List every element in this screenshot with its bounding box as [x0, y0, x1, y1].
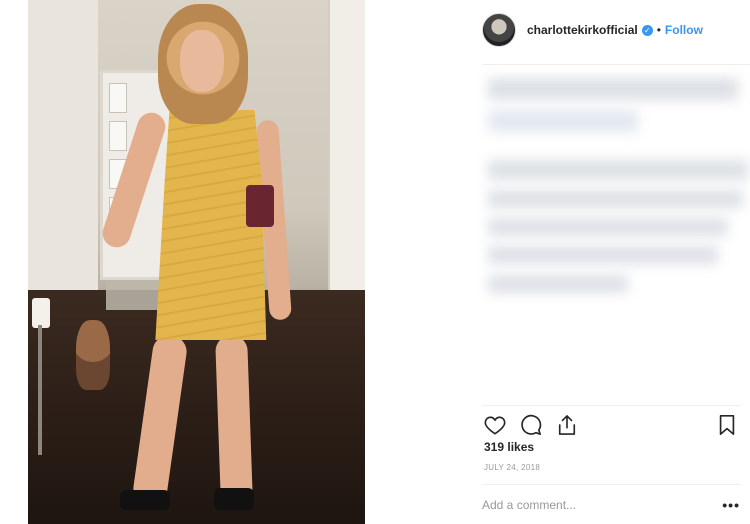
- photo-door-pane: [109, 83, 127, 113]
- post-actions: [482, 405, 740, 437]
- bookmark-icon[interactable]: [714, 412, 740, 438]
- blurred-comment: [488, 110, 638, 132]
- share-icon[interactable]: [554, 412, 580, 438]
- username-link[interactable]: charlottekirkofficial: [527, 23, 638, 37]
- post-photo[interactable]: [28, 0, 365, 524]
- photo-person-shoe: [214, 488, 254, 510]
- photo-dog: [76, 320, 110, 390]
- heart-icon[interactable]: [482, 412, 508, 438]
- more-options-icon[interactable]: •••: [722, 497, 740, 513]
- photo-person-leg: [215, 334, 253, 506]
- blurred-comment: [488, 218, 728, 236]
- header-separator: •: [656, 23, 661, 37]
- photo-door-pane: [109, 121, 127, 151]
- follow-button[interactable]: Follow: [665, 23, 703, 37]
- photo-stand: [38, 325, 42, 455]
- photo-handbag: [246, 185, 274, 227]
- photo-person-face: [180, 30, 224, 92]
- comment-input[interactable]: [482, 497, 723, 512]
- photo-person-shoe: [120, 490, 170, 510]
- header-divider: [482, 64, 750, 65]
- comment-bar: •••: [482, 484, 740, 524]
- post-media[interactable]: [0, 0, 365, 524]
- blurred-comment: [488, 160, 748, 180]
- photo-candle: [32, 298, 50, 328]
- blurred-comment: [488, 275, 628, 293]
- verified-badge-icon: ✓: [641, 24, 653, 36]
- avatar[interactable]: [482, 13, 516, 47]
- post-sidebar: charlottekirkofficial ✓ • Follow 319 lik…: [470, 0, 750, 524]
- blurred-comments-area: [478, 70, 750, 310]
- comment-bubble-icon[interactable]: [518, 412, 544, 438]
- photo-background-wall: [28, 0, 98, 330]
- likes-count[interactable]: 319 likes: [484, 440, 534, 454]
- post-header: charlottekirkofficial ✓ • Follow: [482, 10, 703, 50]
- blurred-comment: [488, 190, 743, 208]
- blurred-comment: [488, 246, 718, 264]
- post-date: JULY 24, 2018: [484, 463, 541, 472]
- blurred-comment: [488, 78, 738, 100]
